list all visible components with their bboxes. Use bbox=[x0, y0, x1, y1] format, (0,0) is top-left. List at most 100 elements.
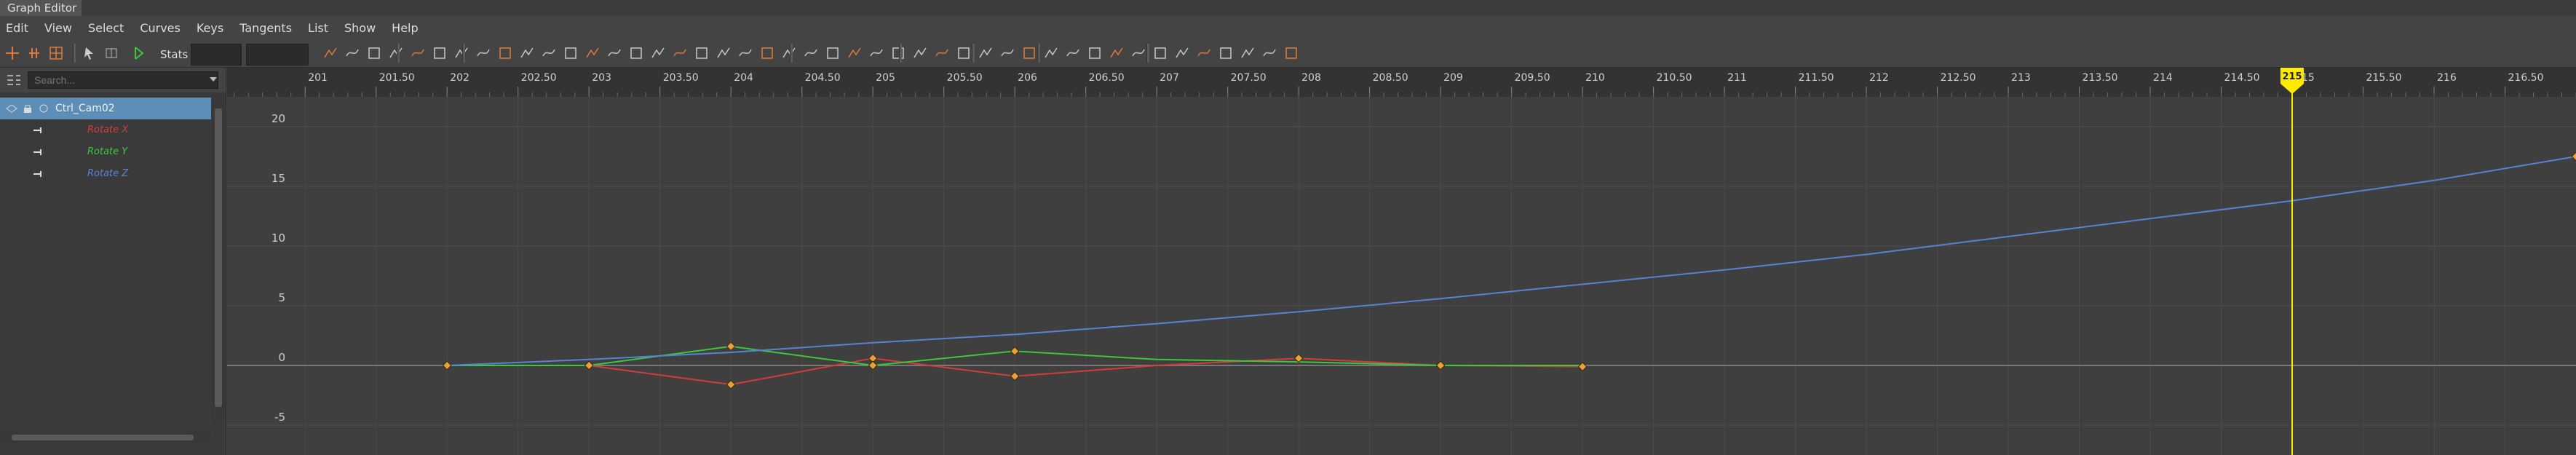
move-keys-tool[interactable] bbox=[4, 43, 20, 63]
keyframe bbox=[1010, 346, 1020, 356]
toolbar-button-16[interactable] bbox=[648, 43, 668, 63]
toolbar-button-36[interactable] bbox=[1085, 43, 1105, 63]
toolbar-separator bbox=[462, 44, 465, 63]
toolbar-button-19[interactable] bbox=[713, 43, 734, 63]
toolbar-button-14[interactable] bbox=[604, 43, 625, 63]
toolbar-button-39[interactable] bbox=[1150, 43, 1170, 63]
toolbar-button-45[interactable] bbox=[1281, 43, 1301, 63]
toolbar-button-8[interactable] bbox=[473, 43, 494, 63]
lock-icon[interactable] bbox=[22, 103, 33, 114]
outliner-vertical-scrollbar[interactable] bbox=[212, 94, 225, 422]
toolbar-button-2[interactable] bbox=[342, 43, 362, 63]
menu-select[interactable]: Select bbox=[82, 21, 130, 35]
toolbar-button-12[interactable] bbox=[560, 43, 581, 63]
toolbar-button-28[interactable] bbox=[910, 43, 930, 63]
toolbar-button-43[interactable] bbox=[1237, 43, 1258, 63]
toolbar-button-20[interactable] bbox=[735, 43, 756, 63]
toolbar-button-24[interactable] bbox=[823, 43, 843, 63]
menu-keys[interactable]: Keys bbox=[191, 21, 229, 35]
toolbar-button-7[interactable] bbox=[451, 43, 472, 63]
insert-keys-tool[interactable] bbox=[26, 43, 42, 63]
menu-list[interactable]: List bbox=[302, 21, 334, 35]
outliner-item-ctrl-cam02[interactable]: Ctrl_Cam02 bbox=[0, 98, 211, 119]
toolbar-button-22[interactable] bbox=[779, 43, 799, 63]
keyframe bbox=[2571, 151, 2576, 162]
lattice-tool[interactable] bbox=[48, 43, 64, 63]
visibility-icon[interactable] bbox=[6, 103, 17, 114]
graph-canvas[interactable]: 201 201.50 202 202.50 203 203.50 204 204.50 205 2… bbox=[227, 68, 2576, 455]
toolbar-button-42[interactable] bbox=[1216, 43, 1236, 63]
curve-tool-icon bbox=[1263, 49, 1276, 57]
toolbar-button-29[interactable] bbox=[932, 43, 952, 63]
curve-tool-icon bbox=[1176, 47, 1189, 58]
outliner-object-label: Ctrl_Cam02 bbox=[55, 103, 115, 114]
time-tick-label: 205.50 bbox=[947, 72, 983, 84]
toolbar-button-30[interactable] bbox=[954, 43, 974, 63]
time-tick-label: 210.50 bbox=[1657, 72, 1692, 84]
window-title: Graph Editor bbox=[0, 0, 82, 16]
menu-edit[interactable]: Edit bbox=[0, 21, 34, 35]
outliner-item-rotate-x[interactable]: Rotate X bbox=[0, 119, 211, 141]
keyframe bbox=[868, 360, 878, 371]
retime-tool[interactable] bbox=[103, 43, 119, 63]
outliner-item-rotate-z[interactable]: Rotate Z bbox=[0, 163, 211, 185]
toolbar-button-34[interactable] bbox=[1041, 43, 1061, 63]
toolbar-button-33[interactable] bbox=[1019, 43, 1039, 63]
toolbar-button-35[interactable] bbox=[1063, 43, 1083, 63]
play-marker-button[interactable] bbox=[131, 43, 147, 63]
transform-node-icon bbox=[39, 104, 48, 113]
time-tick-label: 216 bbox=[2437, 72, 2457, 84]
curve-tool-icon bbox=[1154, 47, 1166, 59]
toolbar-button-15[interactable] bbox=[626, 43, 646, 63]
chevron-down-icon[interactable] bbox=[208, 75, 218, 84]
toolbar-button-23[interactable] bbox=[801, 43, 821, 63]
menu-curves[interactable]: Curves bbox=[134, 21, 186, 35]
toolbar-separator bbox=[73, 44, 76, 63]
curve-tool-icon bbox=[1023, 47, 1035, 59]
search-input[interactable] bbox=[28, 71, 218, 89]
attr-label-rotate-z: Rotate Z bbox=[87, 168, 129, 179]
toolbar-button-32[interactable] bbox=[997, 43, 1018, 63]
toolbar-button-17[interactable] bbox=[670, 43, 690, 63]
toolbar-button-5[interactable] bbox=[408, 43, 428, 63]
toolbar-button-9[interactable] bbox=[495, 43, 515, 63]
outliner-item-rotate-y[interactable]: Rotate Y bbox=[0, 141, 211, 163]
toolbar-button-11[interactable] bbox=[539, 43, 559, 63]
toolbar-button-31[interactable] bbox=[975, 43, 996, 63]
current-time-marker[interactable]: 215 bbox=[2280, 68, 2304, 455]
toolbar-button-1[interactable] bbox=[320, 43, 341, 63]
outliner-horizontal-scrollbar[interactable] bbox=[0, 432, 211, 443]
menu-tangents[interactable]: Tangents bbox=[234, 21, 298, 35]
menu-help[interactable]: Help bbox=[386, 21, 424, 35]
toolbar-button-40[interactable] bbox=[1172, 43, 1192, 63]
toolbar-button-27[interactable] bbox=[888, 43, 908, 63]
toolbar-button-18[interactable] bbox=[691, 43, 712, 63]
curve-tool-icon bbox=[324, 47, 337, 58]
region-tool[interactable] bbox=[82, 43, 98, 63]
value-axis-ticks: 20 15 10 5 0 -5 bbox=[272, 112, 285, 424]
stats-value-field[interactable] bbox=[246, 44, 309, 66]
time-tick-label: 201 bbox=[308, 72, 328, 84]
time-tick-label: 208.50 bbox=[1373, 72, 1408, 84]
keyframes[interactable] bbox=[442, 151, 2576, 389]
menu-view[interactable]: View bbox=[39, 21, 78, 35]
toolbar-button-10[interactable] bbox=[517, 43, 537, 63]
toolbar-button-21[interactable] bbox=[757, 43, 777, 63]
time-tick-label: 203.50 bbox=[663, 72, 699, 84]
toolbar-button-41[interactable] bbox=[1194, 43, 1214, 63]
toolbar-button-3[interactable] bbox=[364, 43, 384, 63]
toolbar-button-13[interactable] bbox=[582, 43, 603, 63]
scrollbar-thumb[interactable] bbox=[215, 108, 222, 407]
toolbar-button-25[interactable] bbox=[844, 43, 865, 63]
menu-show[interactable]: Show bbox=[338, 21, 381, 35]
graph-view[interactable]: 201 201.50 202 202.50 203 203.50 204 204.50 205 2… bbox=[227, 68, 2576, 455]
toolbar-button-26[interactable] bbox=[866, 43, 887, 63]
toolbar-button-37[interactable] bbox=[1106, 43, 1127, 63]
filter-icon[interactable] bbox=[6, 74, 22, 87]
toolbar-button-4[interactable] bbox=[386, 43, 406, 63]
toolbar-button-6[interactable] bbox=[429, 43, 450, 63]
toolbar-button-44[interactable] bbox=[1259, 43, 1280, 63]
scrollbar-thumb[interactable] bbox=[12, 435, 194, 440]
toolbar-button-38[interactable] bbox=[1128, 43, 1149, 63]
stats-time-field[interactable] bbox=[191, 44, 242, 66]
